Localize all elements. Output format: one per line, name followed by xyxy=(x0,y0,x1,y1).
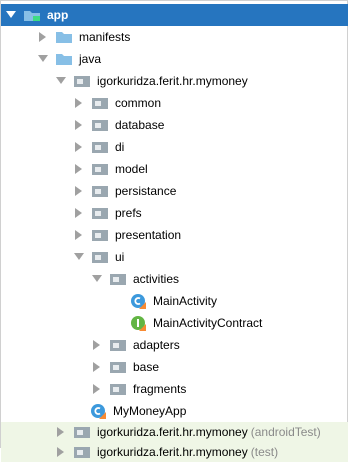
chevron-right-icon[interactable] xyxy=(73,185,85,197)
tree-row-adapters[interactable]: adapters xyxy=(1,334,348,356)
package-icon xyxy=(91,184,109,198)
tree-row-mymoneyapp[interactable]: MyMoneyApp xyxy=(1,400,348,422)
chevron-down-icon[interactable] xyxy=(73,251,85,263)
tree-row-label: MyMoneyApp xyxy=(113,404,187,418)
package-icon xyxy=(109,272,127,286)
chevron-down-icon[interactable] xyxy=(91,273,103,285)
tree-row-activities[interactable]: activities xyxy=(1,268,348,290)
package-icon xyxy=(73,445,91,459)
tree-row-di[interactable]: di xyxy=(1,136,348,158)
folder-icon xyxy=(55,30,73,44)
tree-row-java[interactable]: java xyxy=(1,48,348,70)
chevron-right-icon[interactable] xyxy=(73,97,85,109)
tree-row-label: di xyxy=(115,140,125,154)
package-icon xyxy=(73,74,91,88)
chevron-right-icon[interactable] xyxy=(91,383,103,395)
kotlin-class-icon xyxy=(89,404,107,419)
package-icon xyxy=(109,382,127,396)
package-icon xyxy=(91,162,109,176)
chevron-right-icon[interactable] xyxy=(37,31,49,43)
tree-row-label: activities xyxy=(133,272,180,286)
folder-icon xyxy=(55,52,73,66)
chevron-right-icon[interactable] xyxy=(73,207,85,219)
tree-row-common[interactable]: common xyxy=(1,92,348,114)
package-icon xyxy=(73,425,91,439)
package-icon xyxy=(109,338,127,352)
tree-row-base[interactable]: base xyxy=(1,356,348,378)
tree-row-package-root[interactable]: igorkuridza.ferit.hr.mymoney xyxy=(1,70,348,92)
tree-row-label: presentation xyxy=(115,228,182,242)
tree-row-app[interactable]: app xyxy=(1,4,348,26)
tree-row-manifests[interactable]: manifests xyxy=(1,26,348,48)
chevron-right-icon[interactable] xyxy=(73,119,85,131)
package-icon xyxy=(91,140,109,154)
tree-row-label: common xyxy=(115,96,162,110)
chevron-right-icon[interactable] xyxy=(73,141,85,153)
tree-row-prefs[interactable]: prefs xyxy=(1,202,348,224)
chevron-down-icon[interactable] xyxy=(5,9,17,21)
tree-row-label: MainActivityContract xyxy=(153,316,263,330)
kotlin-class-icon xyxy=(129,294,147,309)
tree-row-mainactivitycontract[interactable]: MainActivityContract xyxy=(1,312,348,334)
tree-row-presentation[interactable]: presentation xyxy=(1,224,348,246)
tree-row-label: manifests xyxy=(79,30,131,44)
tree-row-mainactivity[interactable]: MainActivity xyxy=(1,290,348,312)
tree-row-label: MainActivity xyxy=(153,294,218,308)
tree-row-label: database xyxy=(115,118,165,132)
tree-row-label: java xyxy=(79,52,102,66)
project-tree: app manifests java igorkuridza.ferit.hr.… xyxy=(0,0,348,462)
kotlin-interface-icon xyxy=(129,316,147,331)
chevron-right-icon[interactable] xyxy=(73,163,85,175)
tree-row-label: igorkuridza.ferit.hr.mymoney xyxy=(97,74,248,88)
tree-row-label: adapters xyxy=(133,338,180,352)
tree-row-package-androidtest[interactable]: igorkuridza.ferit.hr.mymoney (androidTes… xyxy=(1,422,348,442)
tree-row-fragments[interactable]: fragments xyxy=(1,378,348,400)
package-icon xyxy=(91,206,109,220)
chevron-right-icon[interactable] xyxy=(91,339,103,351)
chevron-down-icon[interactable] xyxy=(37,53,49,65)
package-icon xyxy=(91,250,109,264)
tree-row-database[interactable]: database xyxy=(1,114,348,136)
tree-row-label: igorkuridza.ferit.hr.mymoney xyxy=(97,425,248,439)
tree-row-label: fragments xyxy=(133,382,187,396)
package-icon xyxy=(91,228,109,242)
tree-row-label: base xyxy=(133,360,160,374)
package-icon xyxy=(109,360,127,374)
module-folder-icon xyxy=(23,8,41,22)
tree-row-label: model xyxy=(115,162,148,176)
chevron-down-icon[interactable] xyxy=(55,75,67,87)
chevron-right-icon[interactable] xyxy=(73,229,85,241)
chevron-right-icon[interactable] xyxy=(55,426,67,438)
tree-row-ui[interactable]: ui xyxy=(1,246,348,268)
tree-row-package-test[interactable]: igorkuridza.ferit.hr.mymoney (test) xyxy=(1,442,348,462)
tree-row-label: prefs xyxy=(115,206,142,220)
package-icon xyxy=(91,118,109,132)
tree-row-label: app xyxy=(47,8,69,22)
chevron-right-icon[interactable] xyxy=(91,361,103,373)
source-set-suffix: (test) xyxy=(250,445,279,459)
tree-row-label: persistance xyxy=(115,184,177,198)
tree-row-label: igorkuridza.ferit.hr.mymoney xyxy=(97,445,248,459)
tree-row-persistance[interactable]: persistance xyxy=(1,180,348,202)
tree-row-model[interactable]: model xyxy=(1,158,348,180)
package-icon xyxy=(91,96,109,110)
source-set-suffix: (androidTest) xyxy=(250,425,321,439)
tree-row-label: ui xyxy=(115,250,125,264)
